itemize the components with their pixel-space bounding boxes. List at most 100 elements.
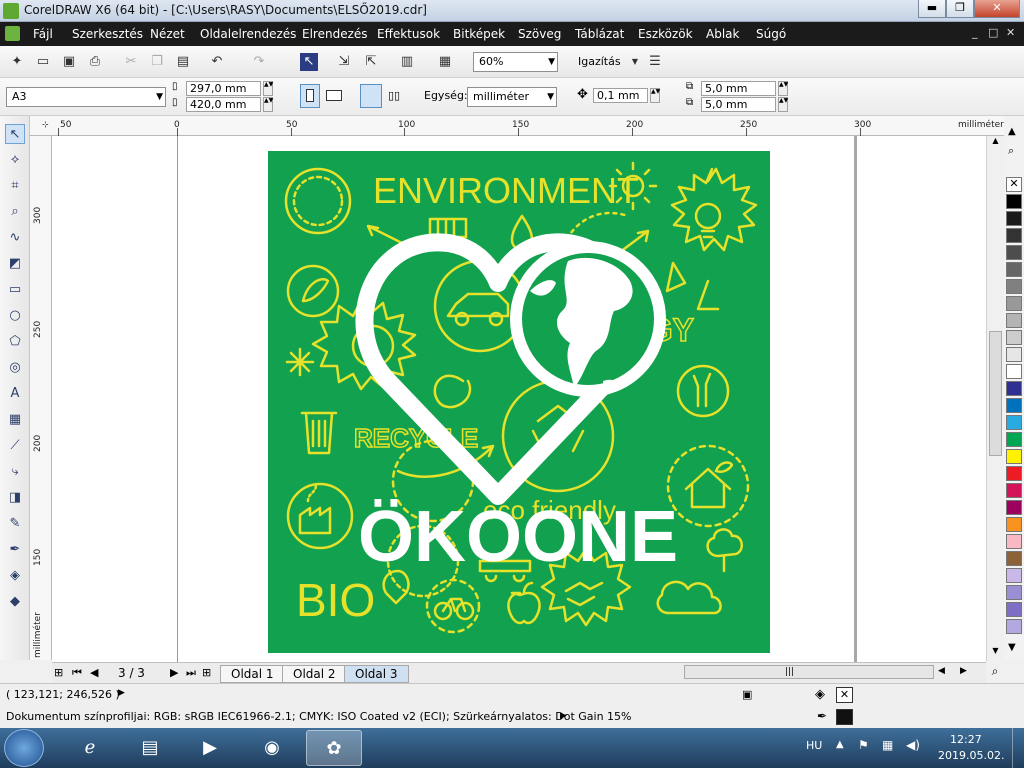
profile-arrow-icon[interactable]: ▶: [560, 711, 567, 721]
artwork-eco-poster[interactable]: ENVIRONMENT ECOLOGY RECYCLE eco friendly…: [268, 151, 770, 653]
color-swatch[interactable]: [1006, 347, 1022, 362]
color-swatch[interactable]: [1006, 398, 1022, 413]
copy-icon[interactable]: ❐: [148, 53, 166, 71]
document-icon[interactable]: [5, 26, 20, 41]
page-width-field[interactable]: 297,0 mm: [186, 81, 261, 96]
doc-restore-button[interactable]: □: [988, 26, 998, 39]
add-page-after-icon[interactable]: ⊞: [202, 666, 211, 679]
internet-explorer-icon[interactable]: ℯ: [62, 730, 118, 766]
color-swatch[interactable]: [1006, 296, 1022, 311]
outline-pen-tool-icon[interactable]: ✒: [5, 540, 25, 560]
horizontal-ruler[interactable]: ⊹ 50 0 50 100 150 200 250 300 milliméter: [30, 116, 1004, 136]
blend-tool-icon[interactable]: ◨: [5, 488, 25, 508]
basic-shapes-tool-icon[interactable]: ◎: [5, 358, 25, 378]
fill-tool-icon[interactable]: ◈: [5, 566, 25, 586]
show-desktop-button[interactable]: [1012, 728, 1024, 768]
ellipse-tool-icon[interactable]: ○: [5, 306, 25, 326]
fill-none-swatch[interactable]: ✕: [836, 687, 853, 703]
vertical-scrollbar[interactable]: ▲ ▼: [986, 136, 1004, 662]
zoom-tool-icon[interactable]: ⌕: [5, 202, 25, 222]
color-swatch[interactable]: [1006, 585, 1022, 600]
menu-window[interactable]: Ablak: [706, 27, 739, 41]
nudge-spinner[interactable]: ▲▼: [650, 88, 660, 103]
color-swatch[interactable]: [1006, 415, 1022, 430]
snap-dropdown-chevron-icon[interactable]: ▼: [626, 53, 644, 71]
search-content-icon[interactable]: ↖: [300, 53, 318, 71]
color-swatch[interactable]: [1006, 619, 1022, 634]
polygon-tool-icon[interactable]: ⬠: [5, 332, 25, 352]
palette-options-icon[interactable]: ⌕: [1008, 144, 1014, 158]
scroll-down-arrow-icon[interactable]: ▼: [989, 646, 1002, 660]
tab-page-1[interactable]: Oldal 1: [220, 665, 285, 683]
color-swatch[interactable]: [1006, 466, 1022, 481]
smart-fill-tool-icon[interactable]: ◩: [5, 254, 25, 274]
tab-page-2[interactable]: Oldal 2: [282, 665, 347, 683]
crop-tool-icon[interactable]: ⌗: [5, 176, 25, 196]
drawing-canvas[interactable]: ENVIRONMENT ECOLOGY RECYCLE eco friendly…: [52, 136, 986, 662]
width-spinner[interactable]: ▲▼: [263, 81, 273, 96]
menu-tools[interactable]: Eszközök: [638, 27, 693, 41]
action-center-flag-icon[interactable]: ⚑: [858, 738, 869, 752]
no-color-swatch[interactable]: ✕: [1006, 177, 1022, 192]
nudge-distance-field[interactable]: 0,1 mm: [593, 88, 648, 103]
next-page-icon[interactable]: ▶: [170, 666, 178, 679]
media-player-icon[interactable]: ▶: [182, 730, 238, 766]
horizontal-scroll-grip-icon[interactable]: |||: [785, 667, 794, 677]
chrome-icon[interactable]: ◉: [244, 730, 300, 766]
doc-minimize-button[interactable]: _: [972, 26, 978, 39]
scroll-up-arrow-icon[interactable]: ▲: [989, 136, 1002, 150]
export-icon[interactable]: ⇱: [362, 53, 380, 71]
color-swatch[interactable]: [1006, 432, 1022, 447]
new-document-icon[interactable]: ✦: [8, 53, 26, 71]
current-page-icon[interactable]: ▯▯: [388, 89, 400, 102]
dimension-tool-icon[interactable]: ⟋: [5, 436, 25, 456]
network-icon[interactable]: ▦: [882, 738, 893, 752]
color-swatch[interactable]: [1006, 245, 1022, 260]
close-button[interactable]: ✕: [974, 0, 1020, 18]
color-swatch[interactable]: [1006, 228, 1022, 243]
start-button-icon[interactable]: [4, 729, 44, 767]
menu-view[interactable]: Nézet: [150, 27, 185, 41]
proofing-icon[interactable]: ▣: [742, 688, 752, 701]
portrait-orientation-button[interactable]: [300, 84, 320, 108]
color-swatch[interactable]: [1006, 500, 1022, 515]
snap-to-label[interactable]: Igazítás: [578, 55, 621, 68]
units-dropdown[interactable]: milliméter ▼: [467, 87, 557, 107]
first-page-icon[interactable]: ⏮: [72, 666, 82, 680]
publish-pdf-icon[interactable]: ▥: [398, 53, 416, 71]
text-tool-icon[interactable]: A: [5, 384, 25, 404]
landscape-orientation-button[interactable]: [326, 90, 342, 101]
pick-tool-icon[interactable]: ↖: [5, 124, 25, 144]
outline-pen-icon[interactable]: ✒: [817, 709, 827, 723]
color-swatch[interactable]: [1006, 330, 1022, 345]
page-height-field[interactable]: 420,0 mm: [186, 97, 261, 112]
shape-tool-icon[interactable]: ⟡: [5, 150, 25, 170]
redo-icon[interactable]: ↷: [250, 53, 268, 71]
duplicate-y-field[interactable]: 5,0 mm: [701, 97, 776, 112]
tray-expand-icon[interactable]: ▲: [836, 739, 844, 750]
color-swatch[interactable]: [1006, 279, 1022, 294]
menu-layout[interactable]: Oldalelrendezés: [200, 27, 296, 41]
paste-icon[interactable]: ▤: [174, 53, 192, 71]
height-spinner[interactable]: ▲▼: [263, 97, 273, 112]
color-swatch[interactable]: [1006, 313, 1022, 328]
menu-table[interactable]: Táblázat: [575, 27, 624, 41]
duplicate-y-spinner[interactable]: ▲▼: [778, 97, 788, 112]
clock-date[interactable]: 2019.05.02.: [938, 749, 1004, 762]
zoom-navigator-icon[interactable]: ⌕: [986, 664, 1004, 682]
color-swatch[interactable]: [1006, 534, 1022, 549]
color-swatch[interactable]: [1006, 364, 1022, 379]
vertical-scroll-thumb[interactable]: [989, 331, 1002, 456]
menu-file[interactable]: Fájl: [33, 27, 53, 41]
coords-arrow-icon[interactable]: ▶: [118, 688, 125, 698]
options-icon[interactable]: ☰: [646, 53, 664, 71]
table-tool-icon[interactable]: ▦: [5, 410, 25, 430]
palette-scroll-up-icon[interactable]: ▲: [1008, 126, 1016, 137]
file-explorer-icon[interactable]: ▤: [122, 730, 178, 766]
clock-time[interactable]: 12:27: [950, 733, 982, 746]
color-swatch[interactable]: [1006, 517, 1022, 532]
duplicate-x-field[interactable]: 5,0 mm: [701, 81, 776, 96]
cut-icon[interactable]: ✂: [122, 53, 140, 71]
save-icon[interactable]: ▣: [60, 53, 78, 71]
color-swatch[interactable]: [1006, 551, 1022, 566]
